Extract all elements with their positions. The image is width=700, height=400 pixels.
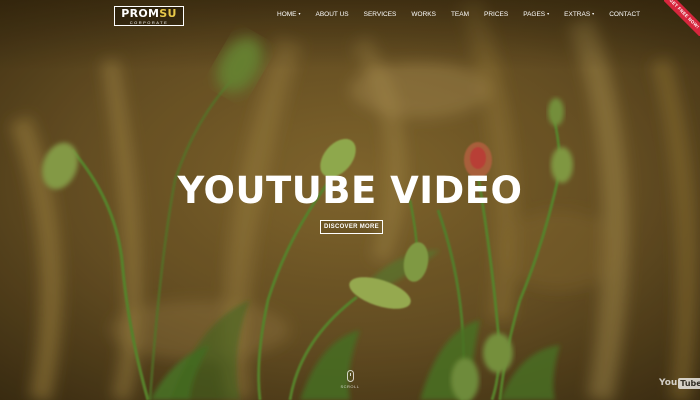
caret-down-icon: ▾ <box>547 11 550 16</box>
nav-item-extras[interactable]: EXTRAS ▾ <box>564 11 594 18</box>
nav-item-pages[interactable]: PAGES ▾ <box>523 11 549 18</box>
header: PROMSU CORPORATE HOME ▾ ABOUT US SERVICES… <box>0 0 700 36</box>
nav-item-team[interactable]: TEAM <box>451 11 469 18</box>
nav-item-contact[interactable]: CONTACT <box>609 11 640 18</box>
caret-down-icon: ▾ <box>592 11 595 16</box>
scroll-label: SCROLL <box>340 384 360 389</box>
discover-more-button[interactable]: DISCOVER MORE <box>320 220 383 234</box>
youtube-logo-you: You <box>659 378 678 388</box>
nav-item-home[interactable]: HOME ▾ <box>277 11 301 18</box>
logo-tagline: CORPORATE <box>129 20 169 25</box>
ribbon-label: GET FREE NOW! <box>664 0 700 36</box>
scroll-indicator[interactable]: SCROLL <box>340 370 360 398</box>
hero-section: PROMSU CORPORATE HOME ▾ ABOUT US SERVICES… <box>0 0 700 400</box>
youtube-logo[interactable]: You Tube <box>659 376 700 390</box>
nav-item-services[interactable]: SERVICES <box>364 11 397 18</box>
nav-item-works[interactable]: WORKS <box>411 11 436 18</box>
caret-down-icon: ▾ <box>298 11 301 16</box>
nav-item-prices[interactable]: PRICES <box>484 11 508 18</box>
youtube-logo-tube: Tube <box>678 377 700 389</box>
hero-title: YOUTUBE VIDEO <box>177 169 523 212</box>
mouse-icon <box>346 370 354 382</box>
logo-wordmark: PROMSU <box>121 7 177 20</box>
main-nav: HOME ▾ ABOUT US SERVICES WORKS TEAM PRICE… <box>277 11 655 18</box>
corner-ribbon[interactable]: GET FREE NOW! <box>664 0 700 36</box>
nav-item-about-us[interactable]: ABOUT US <box>316 11 349 18</box>
logo[interactable]: PROMSU CORPORATE <box>114 6 184 26</box>
